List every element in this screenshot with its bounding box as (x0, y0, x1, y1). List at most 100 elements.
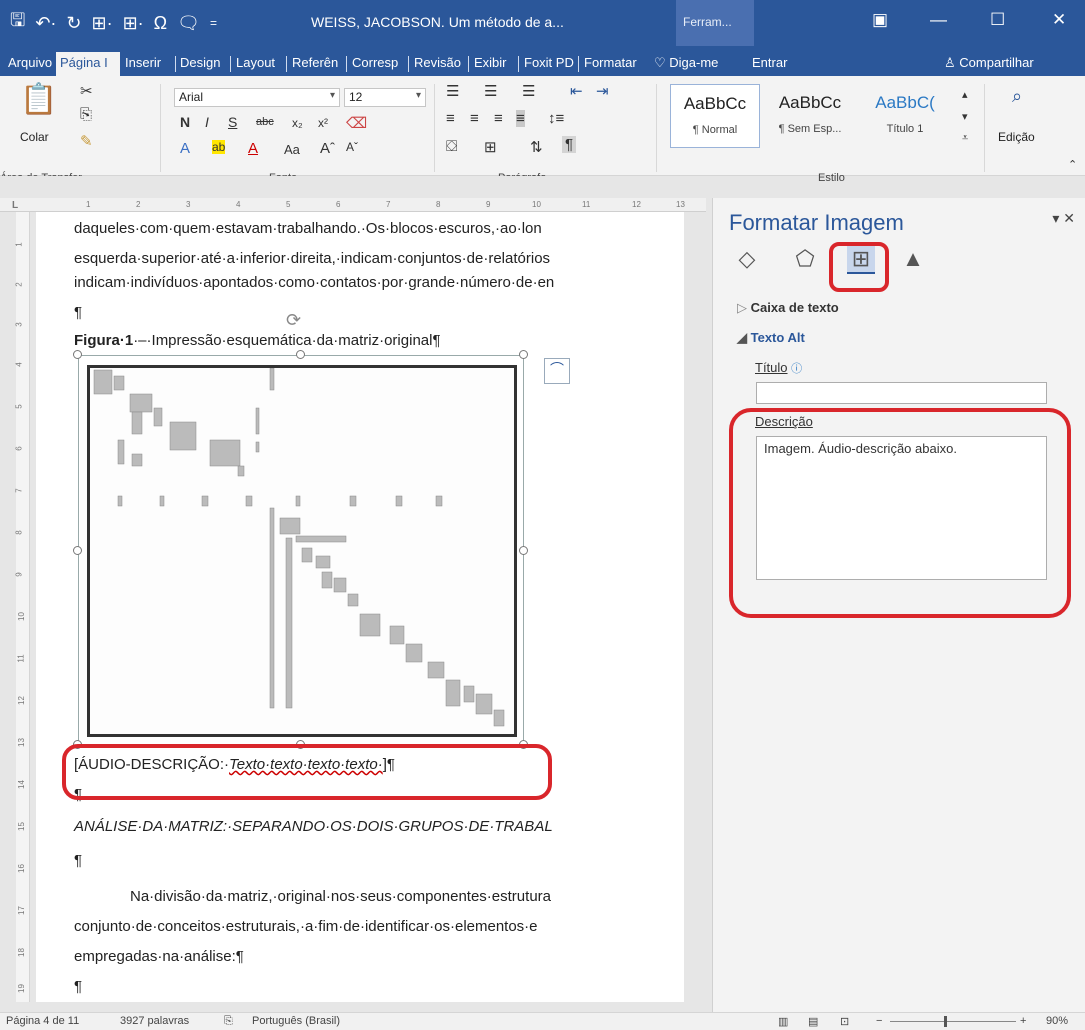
font-color-icon[interactable]: A (248, 140, 258, 157)
subscript-button[interactable]: x₂ (292, 116, 303, 130)
layout-options-button[interactable]: ⌒ (544, 358, 570, 384)
tab-foxit[interactable]: Foxit PD (520, 52, 576, 76)
align-left-icon[interactable]: ≡ (446, 110, 455, 127)
horizontal-ruler[interactable]: L 1 2 3 4 5 6 7 8 9 10 11 12 13 (0, 198, 706, 212)
page-count[interactable]: Página 4 de 11 (6, 1015, 79, 1027)
undo-icon[interactable]: ↶· (35, 13, 56, 34)
grow-font-icon[interactable]: Aˆ (320, 140, 335, 157)
grid-icon[interactable]: ⊞· (123, 13, 144, 34)
section-text-box[interactable]: ▷ Caixa de texto (737, 300, 839, 316)
superscript-button[interactable]: x² (318, 116, 328, 130)
bold-button[interactable]: N (180, 114, 190, 130)
search-icon[interactable]: ⌕ (1012, 86, 1022, 107)
tell-me-box[interactable]: ♡ Diga-me (650, 52, 730, 76)
tab-design[interactable]: Design (176, 52, 228, 76)
customize-qat-icon[interactable]: = (210, 16, 217, 30)
section-alt-text[interactable]: ◢ Texto Alt (737, 330, 805, 346)
font-name-dropdown[interactable]: Arial ▾ (174, 88, 340, 107)
highlight-icon[interactable]: ab (212, 140, 226, 154)
paste-icon[interactable]: 📋 (20, 82, 57, 117)
bullets-icon[interactable]: ☰ (446, 82, 459, 100)
tab-referencias[interactable]: Referên (288, 52, 344, 76)
save-icon[interactable]: 🖫 (10, 8, 25, 38)
collapse-ribbon-icon[interactable]: ⌃ (1068, 158, 1077, 171)
zoom-out-icon[interactable]: − (876, 1015, 882, 1027)
format-painter-icon[interactable]: ✎ (80, 132, 93, 150)
tab-exibir[interactable]: Exibir (470, 52, 516, 76)
style-no-spacing[interactable]: AaBbCc ¶ Sem Esp... (765, 84, 855, 148)
tab-arquivo[interactable]: Arquivo (4, 52, 54, 76)
resize-handle[interactable] (519, 546, 528, 555)
tab-formatar[interactable]: Formatar (580, 52, 640, 76)
sign-in-link[interactable]: Entrar (748, 52, 794, 76)
show-marks-icon[interactable]: ¶ (562, 136, 577, 153)
picture-icon[interactable]: ▲ (899, 246, 927, 274)
minimize-icon[interactable]: — (930, 10, 947, 30)
paste-label[interactable]: Colar (20, 130, 49, 144)
resize-handle[interactable] (296, 350, 305, 359)
numbering-icon[interactable]: ☰ (484, 82, 497, 100)
font-size-dropdown[interactable]: 12 ▾ (344, 88, 426, 107)
justify-icon[interactable]: ≡ (516, 110, 525, 127)
styles-scroll-down-icon[interactable]: ▾ (962, 110, 968, 123)
info-icon[interactable]: ⓘ (791, 363, 802, 375)
table-icon[interactable]: ⊞· (92, 13, 113, 34)
resize-handle[interactable] (73, 350, 82, 359)
pane-close-icon[interactable]: ▾ ✕ (1052, 210, 1075, 227)
copy-icon[interactable]: ⎘ (80, 106, 92, 123)
style-normal[interactable]: AaBbCc ¶ Normal (670, 84, 760, 148)
styles-more-icon[interactable]: ⩡ (962, 132, 968, 145)
align-right-icon[interactable]: ≡ (494, 110, 503, 127)
zoom-slider-thumb[interactable] (944, 1016, 947, 1027)
omega-icon[interactable]: Ω (154, 13, 167, 34)
redo-icon[interactable]: ↻ (66, 13, 81, 34)
underline-button[interactable]: S (228, 114, 237, 130)
tab-pagina-inicial[interactable]: Página I (56, 52, 120, 76)
resize-handle[interactable] (519, 350, 528, 359)
editing-button[interactable]: Edição (998, 130, 1035, 144)
language-status[interactable]: Português (Brasil) (252, 1015, 340, 1027)
decrease-indent-icon[interactable]: ⇤ (570, 82, 583, 100)
italic-button[interactable]: I (205, 114, 209, 130)
cut-icon[interactable]: ✂ (80, 82, 93, 100)
align-center-icon[interactable]: ≡ (470, 110, 479, 127)
tab-revisao[interactable]: Revisão (410, 52, 466, 76)
document-page[interactable]: daqueles·com·quem·estavam·trabalhando.·O… (36, 212, 684, 1002)
increase-indent-icon[interactable]: ⇥ (596, 82, 609, 100)
borders-icon[interactable]: ⊞ (484, 138, 497, 156)
matrix-figure-image[interactable] (78, 355, 524, 745)
word-count[interactable]: 3927 palavras (120, 1015, 189, 1027)
alt-title-input[interactable] (756, 382, 1047, 404)
style-heading-1[interactable]: AaBbC( Título 1 (860, 84, 950, 148)
resize-handle[interactable] (73, 546, 82, 555)
zoom-slider[interactable] (890, 1021, 1016, 1022)
zoom-in-icon[interactable]: + (1020, 1015, 1026, 1027)
close-icon[interactable]: ✕ (1052, 10, 1066, 30)
tab-layout[interactable]: Layout (232, 52, 284, 76)
read-mode-icon[interactable]: ▥ (778, 1015, 788, 1028)
tab-inserir[interactable]: Inserir (121, 52, 173, 76)
clear-format-icon[interactable]: ⌫ (346, 114, 367, 132)
sort-icon[interactable]: ⇅ (530, 138, 543, 156)
multilevel-list-icon[interactable]: ☰ (522, 82, 535, 100)
comment-icon[interactable]: 🗨 (177, 13, 200, 34)
change-case-button[interactable]: Aa (284, 142, 300, 157)
shrink-font-icon[interactable]: Aˇ (346, 140, 358, 154)
rotate-handle-icon[interactable]: ⟳ (286, 310, 301, 331)
share-button[interactable]: ♙ Compartilhar (940, 52, 1080, 76)
print-layout-icon[interactable]: ▤ (808, 1015, 818, 1028)
fill-line-icon[interactable]: ◇ (733, 246, 761, 274)
tab-stop-selector-icon[interactable]: L (12, 200, 18, 211)
text-effects-icon[interactable]: A (180, 140, 190, 157)
strikethrough-button[interactable]: abc (256, 116, 274, 128)
proofing-icon[interactable]: ⎘ (224, 1015, 233, 1028)
line-spacing-icon[interactable]: ↕≡ (548, 110, 564, 127)
shading-icon[interactable]: ⛋ (446, 138, 457, 155)
web-layout-icon[interactable]: ⊡ (840, 1015, 849, 1028)
tab-correspondencias[interactable]: Corresp (348, 52, 406, 76)
maximize-icon[interactable]: ☐ (990, 10, 1005, 30)
zoom-level[interactable]: 90% (1046, 1015, 1068, 1027)
effects-icon[interactable]: ⬠ (791, 246, 819, 274)
ribbon-display-icon[interactable]: ▣ (872, 10, 888, 30)
styles-scroll-up-icon[interactable]: ▴ (962, 88, 968, 101)
